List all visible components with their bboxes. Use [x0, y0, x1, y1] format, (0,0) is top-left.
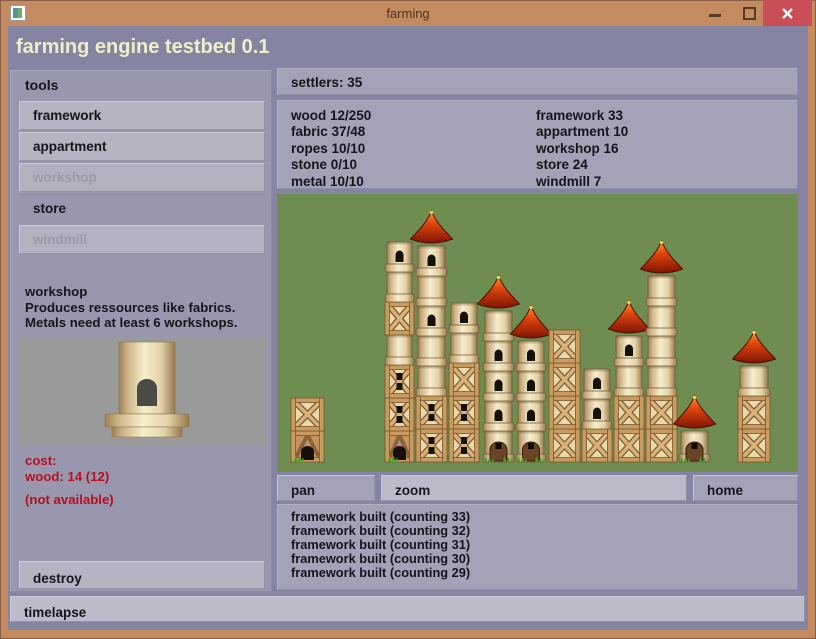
- resource-entry: wood 12/250: [291, 108, 371, 124]
- tool-button-windmill: windmill: [19, 225, 265, 254]
- tools-panel: tools frameworkappartmentworkshopstorewi…: [10, 70, 272, 592]
- pan-button[interactable]: pan: [277, 475, 375, 501]
- description-line: Metals need at least 6 workshops.: [25, 315, 238, 331]
- tool-button-workshop: workshop: [19, 163, 265, 192]
- maximize-button[interactable]: [734, 0, 764, 26]
- close-button[interactable]: [763, 0, 812, 26]
- tool-preview-image: [19, 338, 265, 446]
- cost-line: wood: 14 (12): [25, 469, 109, 485]
- resource-entry: stone 0/10: [291, 157, 371, 173]
- resource-entry: appartment 10: [536, 124, 628, 140]
- tool-button-store[interactable]: store: [19, 194, 265, 223]
- resource-entry: framework 33: [536, 108, 628, 124]
- zoom-button[interactable]: zoom: [381, 475, 687, 501]
- resource-list-left: wood 12/250fabric 37/48ropes 10/10stone …: [291, 108, 371, 190]
- settlers-count: settlers: 35: [291, 75, 362, 90]
- maximize-icon: [743, 7, 756, 20]
- tools-label: tools: [25, 77, 58, 93]
- tool-description: workshopProduces ressources like fabrics…: [25, 284, 238, 331]
- tool-button-list: frameworkappartmentworkshopstorewindmill: [19, 101, 265, 256]
- resource-entry: metal 10/10: [291, 174, 371, 190]
- resource-entry: fabric 37/48: [291, 124, 371, 140]
- minimize-button[interactable]: [700, 0, 730, 26]
- log-entry: framework built (counting 31): [291, 538, 797, 552]
- description-line: workshop: [25, 284, 238, 300]
- home-button[interactable]: home: [693, 475, 798, 501]
- cost-line: cost:: [25, 453, 109, 469]
- timelapse-button[interactable]: timelapse: [10, 596, 805, 622]
- resource-entry: ropes 10/10: [291, 141, 371, 157]
- tool-preview: [19, 338, 265, 446]
- game-scene: [277, 194, 798, 472]
- description-line: Produces ressources like fabrics.: [25, 300, 238, 316]
- resources-panel: wood 12/250fabric 37/48ropes 10/10stone …: [277, 100, 798, 189]
- close-icon: [781, 7, 794, 20]
- log-entry: framework built (counting 32): [291, 524, 797, 538]
- window-title: farming: [0, 6, 816, 21]
- log-entry: framework built (counting 33): [291, 510, 797, 524]
- resource-entry: workshop 16: [536, 141, 628, 157]
- app-window: farming farming engine testbed 0.1 tools…: [0, 0, 816, 639]
- log-entry: framework built (counting 30): [291, 552, 797, 566]
- game-viewport[interactable]: [277, 194, 798, 472]
- minimize-icon: [709, 14, 721, 17]
- tool-button-appartment[interactable]: appartment: [19, 132, 265, 161]
- tool-cost: cost:wood: 14 (12): [25, 453, 109, 484]
- tool-button-framework[interactable]: framework: [19, 101, 265, 130]
- page-title: farming engine testbed 0.1: [16, 36, 269, 59]
- destroy-button[interactable]: destroy: [19, 561, 265, 589]
- resource-entry: windmill 7: [536, 174, 628, 190]
- resource-list-right: framework 33appartment 10workshop 16stor…: [536, 108, 628, 190]
- titlebar[interactable]: farming: [0, 0, 816, 26]
- settlers-panel: settlers: 35: [277, 68, 798, 95]
- resource-entry: store 24: [536, 157, 628, 173]
- log-panel: framework built (counting 33)framework b…: [277, 504, 798, 590]
- log-entry: framework built (counting 29): [291, 566, 797, 580]
- availability-note: (not available): [25, 492, 114, 507]
